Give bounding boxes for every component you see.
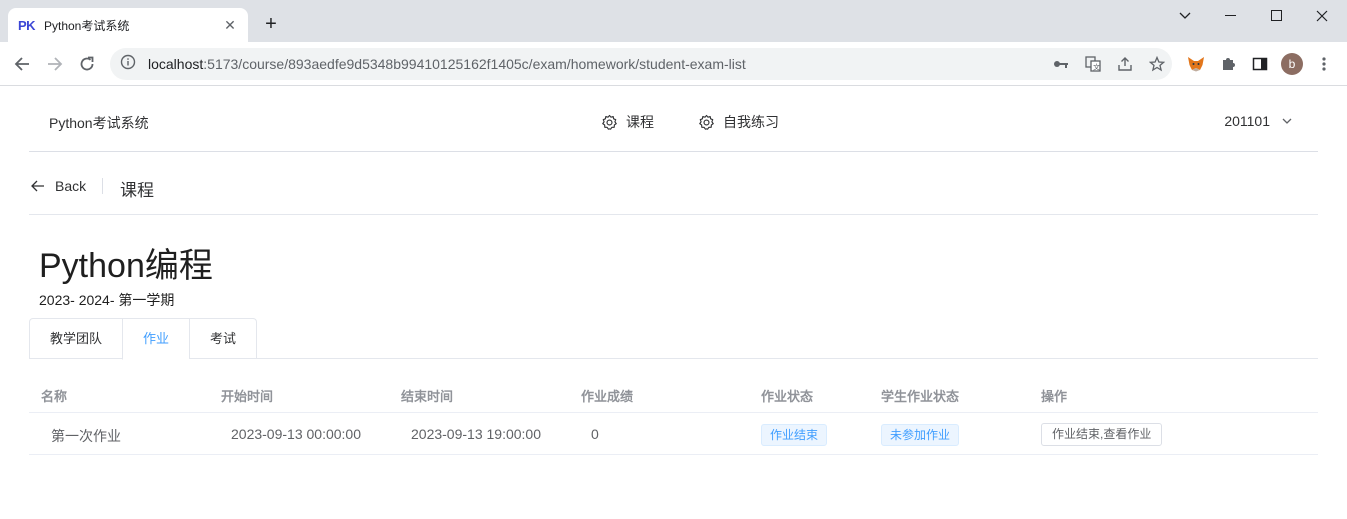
extensions-puzzle-icon[interactable] (1217, 53, 1239, 75)
url-text: localhost:5173/course/893aedfe9d5348b994… (148, 56, 746, 72)
course-tabs: 教学团队 作业 考试 (29, 318, 1318, 360)
key-icon[interactable] (1052, 54, 1070, 74)
username: 201101 (1224, 113, 1270, 129)
brand-title: Python考试系统 (49, 115, 149, 131)
col-actions: 操作 (1041, 389, 1068, 404)
browser-tab-bar: PK Python考试系统 ✕ + (0, 0, 1347, 42)
maximize-icon[interactable] (1254, 6, 1300, 26)
share-icon[interactable] (1116, 54, 1134, 74)
profile-avatar[interactable]: b (1281, 53, 1303, 75)
forward-arrow-icon[interactable] (43, 52, 67, 76)
cell-score: 0 (591, 426, 599, 442)
table-header: 名称 开始时间 结束时间 作业成绩 作业状态 学生作业状态 操作 (29, 373, 1318, 413)
minimize-icon[interactable] (1208, 6, 1254, 26)
col-end-time: 结束时间 (401, 389, 454, 404)
address-bar[interactable]: localhost:5173/course/893aedfe9d5348b994… (110, 48, 1172, 80)
cell-start-time: 2023-09-13 00:00:00 (231, 426, 361, 442)
top-nav: Python考试系统 课程 自我练习 201101 (29, 86, 1318, 152)
nav-item-label: 自我练习 (723, 114, 779, 130)
back-label: Back (55, 178, 87, 194)
tab-teaching-team[interactable]: 教学团队 (30, 319, 122, 359)
col-score: 作业成绩 (581, 389, 634, 404)
nav-item-courses[interactable]: 课程 (601, 112, 654, 132)
course-semester: 2023- 2024- 第一学期 (39, 292, 175, 308)
back-arrow-icon[interactable] (10, 52, 34, 76)
url-path: :5173/course/893aedfe9d5348b99410125162f… (203, 56, 746, 72)
cell-end-time: 2023-09-13 19:00:00 (411, 426, 541, 442)
bookmark-star-icon[interactable] (1148, 54, 1166, 74)
user-dropdown[interactable]: 201101 (1224, 113, 1292, 129)
close-tab-icon[interactable]: ✕ (222, 17, 238, 34)
status-badge: 作业结束 (761, 424, 828, 446)
nav-item-self-practice[interactable]: 自我练习 (698, 112, 779, 132)
url-host: localhost (148, 56, 204, 72)
new-tab-icon[interactable]: + (259, 12, 283, 36)
site-info-icon[interactable] (120, 54, 136, 75)
translate-icon[interactable]: 文 (1084, 54, 1102, 74)
browser-menu-icon[interactable] (1313, 53, 1335, 75)
svg-text:文: 文 (1093, 63, 1100, 72)
page-header: Back 课程 (29, 152, 1318, 215)
gear-icon (699, 114, 714, 130)
gear-icon (602, 114, 617, 130)
metamask-fox-icon[interactable] (1185, 53, 1207, 75)
view-homework-button[interactable]: 作业结束,查看作业 (1041, 423, 1163, 446)
col-status: 作业状态 (761, 389, 814, 404)
header-divider (102, 178, 103, 194)
table-row: 第一次作业 2023-09-13 00:00:00 2023-09-13 19:… (29, 413, 1318, 455)
app-root: Python考试系统 课程 自我练习 201101 Back 课程 Python… (0, 86, 1347, 519)
col-start-time: 开始时间 (221, 389, 274, 404)
nav-item-label: 课程 (626, 114, 654, 130)
favicon: PK (18, 17, 36, 33)
cell-name: 第一次作业 (51, 428, 121, 444)
browser-tab[interactable]: PK Python考试系统 ✕ (8, 8, 248, 42)
side-panel-icon[interactable] (1249, 53, 1271, 75)
page-header-title: 课程 (120, 181, 154, 200)
back-button[interactable]: Back (31, 178, 86, 194)
close-window-icon[interactable] (1299, 6, 1345, 26)
reload-icon[interactable] (75, 52, 99, 76)
col-name: 名称 (41, 389, 68, 404)
chevron-down-icon (1282, 118, 1292, 124)
col-student-status: 学生作业状态 (881, 389, 960, 404)
homework-table: 名称 开始时间 结束时间 作业成绩 作业状态 学生作业状态 操作 第一次作业 2… (29, 373, 1318, 455)
browser-toolbar: localhost:5173/course/893aedfe9d5348b994… (0, 42, 1347, 86)
tab-exam[interactable]: 考试 (189, 319, 256, 359)
tab-homework[interactable]: 作业 (122, 319, 190, 360)
course-title: Python编程 (39, 247, 213, 285)
tab-search-icon[interactable] (1162, 6, 1208, 26)
arrow-left-icon (31, 180, 44, 192)
student-status-badge: 未参加作业 (881, 424, 960, 446)
browser-tab-title: Python考试系统 (44, 18, 130, 33)
